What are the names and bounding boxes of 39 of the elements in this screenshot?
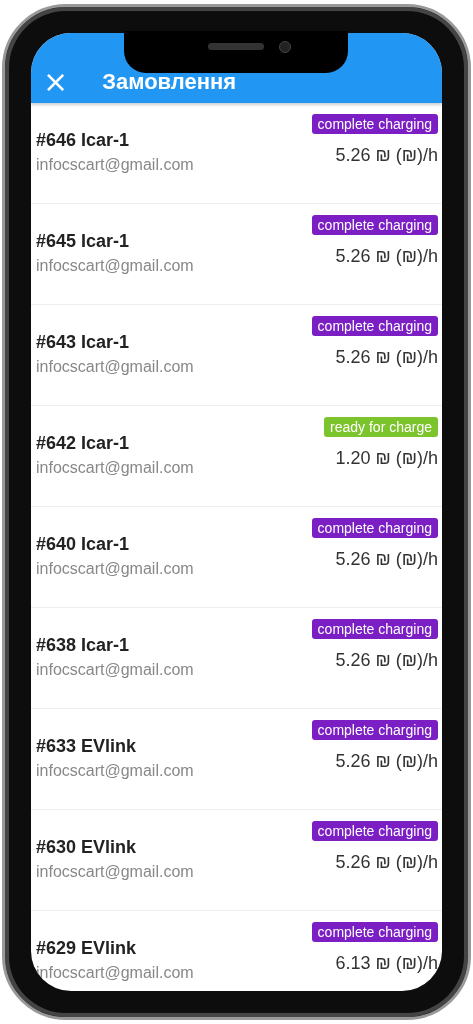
status-badge: complete charging [311,215,438,235]
order-title: #633 EVlink [36,736,138,757]
status-badge: complete charging [311,518,438,538]
order-price: 5.26 ₪ (₪)/h [335,347,438,368]
order-price: 5.26 ₪ (₪)/h [335,549,438,570]
order-email: infocscart@gmail.com [36,459,195,477]
order-email: infocscart@gmail.com [36,661,195,679]
order-price: 5.26 ₪ (₪)/h [335,852,438,873]
order-title: #630 EVlink [36,837,138,858]
order-title: #645 Icar-1 [36,231,131,252]
order-email: infocscart@gmail.com [36,257,195,275]
order-email: infocscart@gmail.com [36,560,195,578]
status-badge: complete charging [311,922,438,942]
order-email: infocscart@gmail.com [36,156,195,174]
header-title: Замовлення [102,68,237,96]
order-email: infocscart@gmail.com [36,964,195,982]
status-badge: complete charging [311,821,438,841]
order-price: 5.26 ₪ (₪)/h [335,145,438,166]
status-badge: complete charging [311,720,438,740]
order-price: 5.26 ₪ (₪)/h [335,751,438,772]
order-email: infocscart@gmail.com [36,863,195,881]
order-email: infocscart@gmail.com [36,762,195,780]
camera-icon [279,41,291,53]
status-badge: ready for charge [324,417,438,437]
order-price: 5.26 ₪ (₪)/h [335,246,438,267]
order-price: 5.26 ₪ (₪)/h [335,650,438,671]
order-title: #643 Icar-1 [36,332,131,353]
order-title: #640 Icar-1 [36,534,131,555]
order-email: infocscart@gmail.com [36,358,195,376]
order-price: 6.13 ₪ (₪)/h [335,953,438,974]
status-badge: complete charging [311,619,438,639]
order-price: 1.20 ₪ (₪)/h [335,448,438,469]
status-badge: complete charging [311,114,438,134]
order-title: #629 EVlink [36,938,138,959]
order-title: #638 Icar-1 [36,635,131,656]
order-title: #646 Icar-1 [36,130,131,151]
speaker-icon [208,43,264,50]
order-title: #642 Icar-1 [36,433,131,454]
status-badge: complete charging [311,316,438,336]
